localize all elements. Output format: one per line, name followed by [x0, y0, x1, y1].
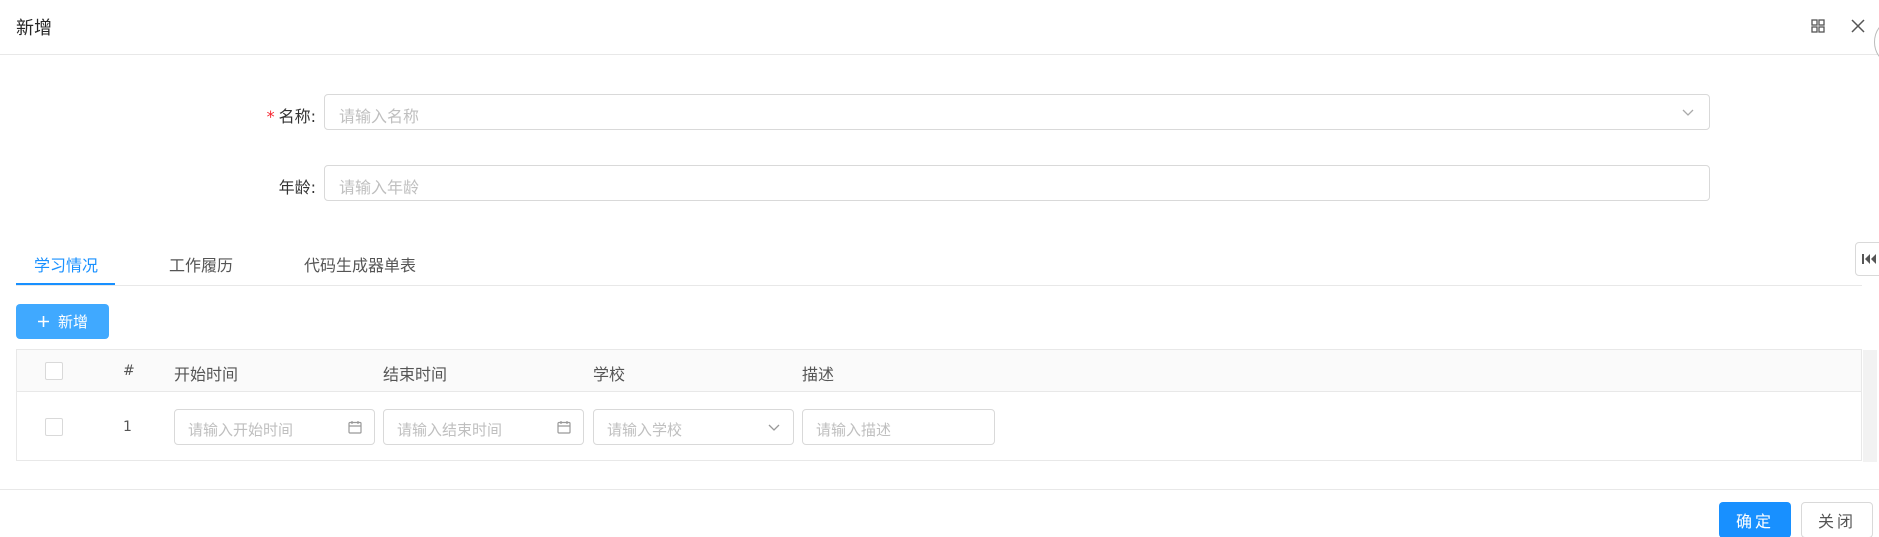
age-label: 年龄:	[278, 178, 316, 197]
collapse-left-icon	[1862, 254, 1876, 264]
maximize-button[interactable]	[1806, 14, 1830, 38]
collapse-side-button[interactable]	[1855, 242, 1879, 276]
start-time-placeholder: 请输入开始时间	[188, 421, 294, 439]
calendar-icon	[348, 421, 362, 434]
tab-study[interactable]: 学习情况	[34, 252, 98, 276]
chevron-down-icon	[768, 424, 780, 431]
add-row-button[interactable]: 新增	[16, 304, 109, 339]
maximize-icon	[1811, 19, 1825, 33]
table-scrollbar[interactable]	[1863, 350, 1877, 462]
start-time-picker[interactable]: 请输入开始时间	[174, 409, 375, 445]
tab-bar: 学习情况 工作履历 代码生成器单表	[16, 244, 1862, 286]
tab-work[interactable]: 工作履历	[169, 252, 233, 276]
description-placeholder: 请输入描述	[816, 421, 892, 439]
age-input[interactable]: 请输入年龄	[324, 165, 1710, 201]
name-select[interactable]: 请输入名称	[324, 94, 1710, 130]
school-placeholder: 请输入学校	[607, 421, 683, 439]
table-header: # 开始时间 结束时间 学校 描述	[17, 350, 1861, 392]
name-label: * 名称:	[266, 107, 316, 126]
plus-icon	[37, 316, 49, 327]
col-index: #	[123, 363, 135, 379]
description-input[interactable]: 请输入描述	[802, 409, 995, 445]
calendar-icon	[557, 421, 571, 434]
close-button[interactable]	[1846, 14, 1870, 38]
cancel-button[interactable]: 关闭	[1801, 502, 1873, 537]
required-mark: *	[266, 107, 275, 126]
dialog-header: 新增	[0, 0, 1879, 55]
dialog-title: 新增	[16, 18, 52, 39]
dialog-footer: 确定 关闭	[0, 489, 1879, 537]
age-placeholder: 请输入年龄	[339, 178, 420, 197]
col-end-time: 结束时间	[383, 365, 448, 384]
edu-table: # 开始时间 结束时间 学校 描述 1 请输入开始时间 请输入结束时间 请输入学…	[16, 349, 1877, 462]
col-description: 描述	[802, 365, 835, 384]
tab-codegen-single[interactable]: 代码生成器单表	[304, 252, 416, 276]
row-checkbox[interactable]	[45, 418, 63, 436]
end-time-placeholder: 请输入结束时间	[397, 421, 503, 439]
tab-ink-bar	[16, 283, 115, 285]
form-row-name: * 名称: 请输入名称	[0, 94, 1879, 132]
school-select[interactable]: 请输入学校	[593, 409, 794, 445]
add-row-label: 新增	[57, 313, 88, 331]
col-start-time: 开始时间	[174, 365, 239, 384]
confirm-button[interactable]: 确定	[1719, 502, 1791, 537]
form-row-age: 年龄: 请输入年龄	[0, 165, 1879, 203]
select-all-checkbox[interactable]	[45, 362, 63, 380]
row-index: 1	[123, 419, 132, 435]
table-row: 1 请输入开始时间 请输入结束时间 请输入学校 请输入描述	[17, 393, 1861, 460]
close-icon	[1851, 19, 1865, 33]
end-time-picker[interactable]: 请输入结束时间	[383, 409, 584, 445]
col-school: 学校	[593, 365, 626, 384]
chevron-down-icon	[1682, 109, 1694, 116]
name-placeholder: 请输入名称	[339, 107, 420, 126]
